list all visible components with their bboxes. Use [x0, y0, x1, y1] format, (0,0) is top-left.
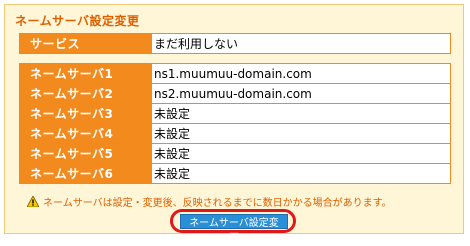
note-text: ネームサーバは設定・変更後、反映されるまでに数日かかる場合があります。: [43, 198, 392, 209]
nameserver-row-6: ネームサーバ6 未設定: [19, 163, 451, 184]
nameserver-label: ネームサーバ1: [19, 63, 152, 84]
service-label: サービス: [19, 33, 152, 54]
nameserver-label: ネームサーバ3: [19, 103, 152, 124]
nameserver-label: ネームサーバ2: [19, 83, 152, 104]
service-table: サービス まだ利用しない: [19, 33, 451, 54]
propagation-note: ネームサーバは設定・変更後、反映されるまでに数日かかる場合があります。: [27, 194, 392, 209]
nameserver-table: ネームサーバ1 ns1.muumuu-domain.com ネームサーバ2 ns…: [19, 63, 451, 184]
nameserver-label: ネームサーバ5: [19, 143, 152, 164]
nameserver-row-4: ネームサーバ4 未設定: [19, 123, 451, 144]
nameserver-value: 未設定: [151, 103, 451, 124]
nameserver-value: ns2.muumuu-domain.com: [151, 83, 451, 104]
nameserver-value: 未設定: [151, 163, 451, 184]
nameserver-row-5: ネームサーバ5 未設定: [19, 143, 451, 164]
nameserver-row-1: ネームサーバ1 ns1.muumuu-domain.com: [19, 63, 451, 84]
nameserver-value: ns1.muumuu-domain.com: [151, 63, 451, 84]
page-title: ネームサーバ設定変更: [15, 14, 140, 28]
nameserver-row-3: ネームサーバ3 未設定: [19, 103, 451, 124]
nameserver-row-2: ネームサーバ2 ns2.muumuu-domain.com: [19, 83, 451, 104]
service-row: サービス まだ利用しない: [19, 33, 451, 54]
nameserver-settings-panel: ネームサーバ設定変更 サービス まだ利用しない ネームサーバ1 ns1.muum…: [4, 4, 464, 234]
nameserver-label: ネームサーバ4: [19, 123, 152, 144]
nameserver-value: 未設定: [151, 123, 451, 144]
change-nameserver-button[interactable]: ネームサーバ設定変更: [180, 214, 288, 244]
nameserver-label: ネームサーバ6: [19, 163, 152, 184]
warning-icon: [27, 196, 39, 207]
service-value: まだ利用しない: [151, 33, 451, 54]
nameserver-value: 未設定: [151, 143, 451, 164]
